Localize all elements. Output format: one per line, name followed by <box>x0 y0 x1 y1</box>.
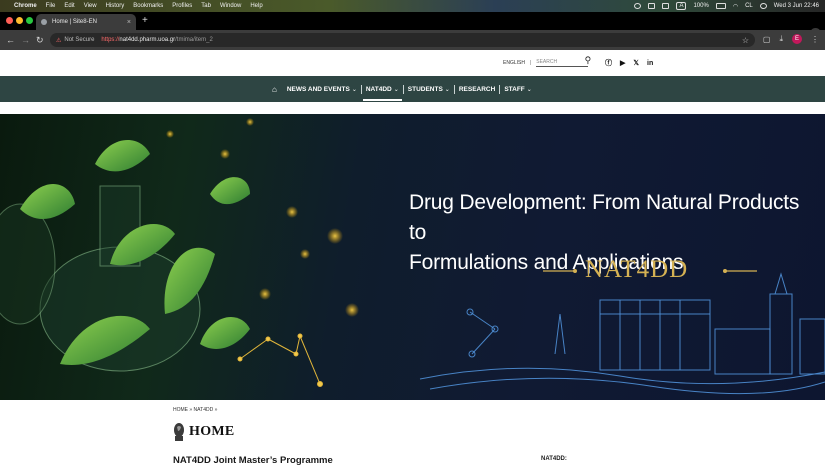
address-bar[interactable]: ⚠ Not Secure https:// nat4dd.pharm.uoa.g… <box>50 33 755 47</box>
url-host: nat4dd.pharm.uoa.gr <box>119 37 176 43</box>
url-scheme: https:// <box>101 37 120 43</box>
status-icon[interactable] <box>648 3 656 9</box>
language-separator: | <box>529 60 532 66</box>
nav-divider <box>402 84 404 94</box>
security-label[interactable]: Not Secure <box>64 37 94 43</box>
chevron-down-icon: ⌄ <box>444 86 450 93</box>
input-language[interactable]: CL <box>745 3 753 9</box>
menu-history[interactable]: History <box>106 3 125 9</box>
nav-students[interactable]: STUDENTS ⌄ <box>408 76 450 102</box>
wifi-icon[interactable]: ◠ <box>733 3 738 10</box>
nav-staff[interactable]: STAFF ⌄ <box>504 76 532 102</box>
browser-tab[interactable]: Home | Site8-EN × <box>36 14 136 30</box>
hero-title-line1: Drug Development: From Natural Products … <box>409 191 800 244</box>
university-emblem-icon <box>174 423 184 441</box>
control-center-icon[interactable] <box>759 3 767 9</box>
nav-label: NAT4DD <box>365 85 392 93</box>
new-tab-button[interactable]: + <box>142 15 148 26</box>
bookmark-star-icon[interactable]: ☆ <box>742 36 749 45</box>
web-page: ENGLISH | SEARCH ⚲ ⓕ ▶ 𝕏 in ⌂ NEWS AND E… <box>0 50 825 466</box>
reload-button[interactable]: ↻ <box>36 34 44 46</box>
nav-research[interactable]: RESEARCH <box>459 76 495 102</box>
breadcrumb[interactable]: HOME » NAT4DD » <box>173 407 217 413</box>
nav-label: NEWS AND EVENTS <box>286 85 350 93</box>
page-heading: HOME <box>189 424 235 439</box>
os-menubar: Chrome File Edit View History Bookmarks … <box>0 0 825 12</box>
youtube-icon[interactable]: ▶ <box>620 59 625 67</box>
extensions-icon[interactable]: ▢ <box>763 35 771 44</box>
menu-kebab-icon[interactable]: ⋮ <box>811 35 819 44</box>
toolbar-actions: ▢ ⤓ E ⋮ <box>763 34 819 44</box>
menu-chrome[interactable]: Chrome <box>14 3 37 9</box>
search-input[interactable]: SEARCH ⚲ <box>536 55 591 67</box>
nav-news-and-events[interactable]: NEWS AND EVENTS ⌄ <box>287 76 357 102</box>
social-links: ⓕ ▶ 𝕏 in <box>605 58 653 68</box>
nav-divider <box>360 84 362 94</box>
language-link[interactable]: ENGLISH <box>503 60 525 66</box>
page-title: HOME <box>173 422 235 442</box>
chevron-down-icon: ⌄ <box>351 86 357 93</box>
menu-file[interactable]: File <box>46 3 56 9</box>
minimize-window-button[interactable] <box>16 17 23 24</box>
close-window-button[interactable] <box>6 17 13 24</box>
back-button[interactable]: ← <box>6 34 15 46</box>
programme-title: NAT4DD Joint Master’s Programme <box>173 455 333 466</box>
hero-brand-logo: NAT4DD <box>585 256 689 283</box>
nav-underbar <box>0 102 825 114</box>
browser-toolbar: ← → ↻ ⚠ Not Secure https:// nat4dd.pharm… <box>0 30 825 50</box>
menu-edit[interactable]: Edit <box>64 3 74 9</box>
zoom-window-button[interactable] <box>26 17 33 24</box>
favicon-icon <box>41 19 47 25</box>
clock[interactable]: Wed 3 Jun 22:46 <box>774 3 819 9</box>
menu-profiles[interactable]: Profiles <box>172 3 192 9</box>
menu-tab[interactable]: Tab <box>201 3 211 9</box>
status-area: A 100% ◠ CL Wed 3 Jun 22:46 <box>634 0 819 12</box>
main-navigation: ⌂ NEWS AND EVENTS ⌄ NAT4DD ⌄ STUDENTS ⌄ RES… <box>0 76 825 102</box>
close-tab-icon[interactable]: × <box>127 19 131 26</box>
home-icon[interactable]: ⌂ <box>272 76 277 102</box>
menu-bookmarks[interactable]: Bookmarks <box>133 3 163 9</box>
site-top-bar: ENGLISH | SEARCH ⚲ ⓕ ▶ 𝕏 in <box>0 50 825 76</box>
chevron-down-icon: ⌄ <box>526 86 532 93</box>
x-icon[interactable]: 𝕏 <box>633 59 639 67</box>
warning-icon[interactable]: ⚠ <box>56 37 61 44</box>
nav-divider <box>453 84 455 94</box>
grid-icon[interactable] <box>662 3 670 9</box>
nav-label: RESEARCH <box>458 85 496 93</box>
profile-avatar[interactable]: E <box>792 34 802 44</box>
facebook-icon[interactable]: ⓕ <box>605 58 612 68</box>
download-icon[interactable]: ⤓ <box>779 34 783 44</box>
battery-icon[interactable] <box>715 3 726 9</box>
status-icon[interactable] <box>634 3 642 9</box>
menu-view[interactable]: View <box>84 3 97 9</box>
nav-label: STAFF <box>504 85 525 93</box>
nav-label: STUDENTS <box>407 85 443 93</box>
search-placeholder: SEARCH <box>536 59 558 65</box>
chevron-down-icon: ⌄ <box>393 86 399 93</box>
keyboard-indicator[interactable]: A <box>676 2 687 10</box>
language-search-row: ENGLISH | SEARCH ⚲ <box>503 55 591 67</box>
nav-nat4dd[interactable]: NAT4DD ⌄ <box>362 76 402 102</box>
hero-banner: Drug Development: From Natural Products … <box>0 114 825 400</box>
tab-title: Home | Site8-EN <box>52 19 97 25</box>
linkedin-icon[interactable]: in <box>647 60 653 67</box>
url-path: /tmima/item_2 <box>175 37 213 43</box>
forward-button[interactable]: → <box>21 34 30 46</box>
search-icon[interactable]: ⚲ <box>585 55 592 66</box>
sidebar-label: NAT4DD: <box>541 456 567 462</box>
menu-window[interactable]: Window <box>220 3 241 9</box>
nav-divider <box>499 84 501 94</box>
menu-help[interactable]: Help <box>250 3 262 9</box>
battery-percent: 100% <box>693 3 709 9</box>
